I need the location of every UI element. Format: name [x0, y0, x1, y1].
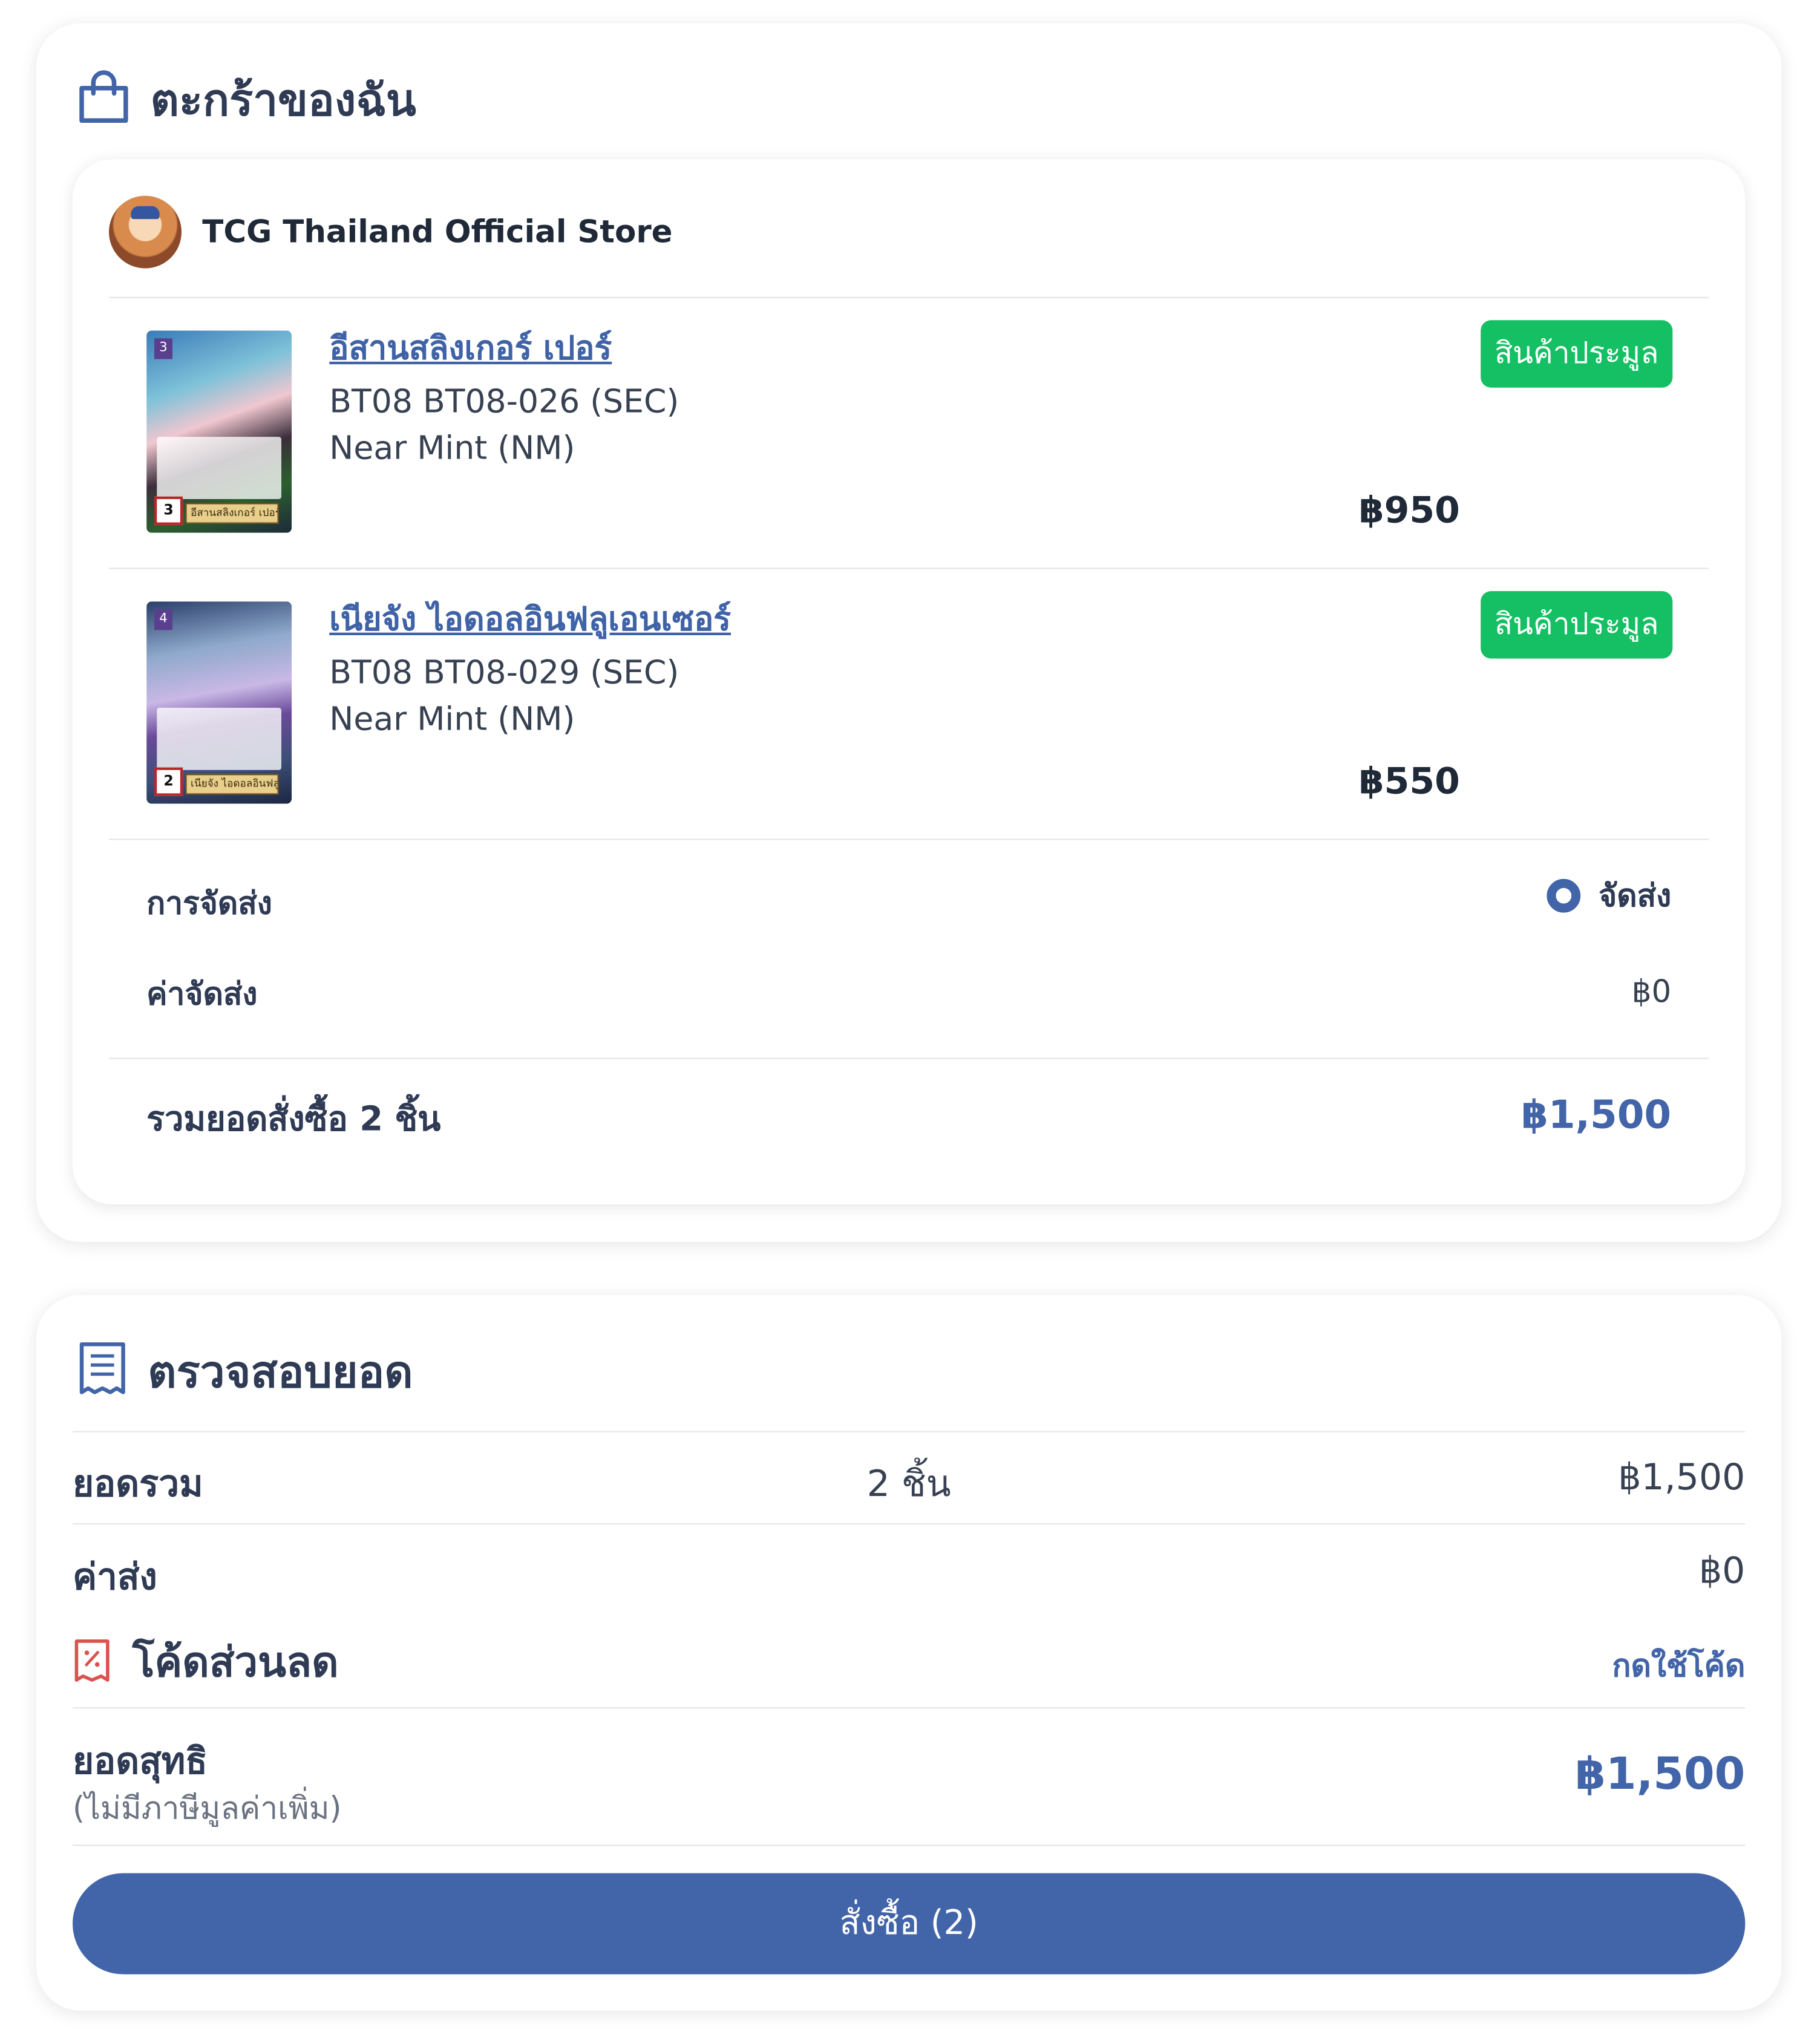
place-order-button[interactable]: สั่งซื้อ (2) — [73, 1873, 1746, 1975]
item-name-link[interactable]: เนียจัง ไอดอลอินฟลูเอนเซอร์ — [329, 593, 731, 645]
divider — [73, 1707, 1746, 1709]
divider — [109, 838, 1709, 840]
cart-header: ตะกร้าของฉัน — [78, 65, 416, 135]
cart-title: ตะกร้าของฉัน — [150, 75, 416, 128]
cart-item: 4 2 เนียจัง ไอดอลอินฟลูเอนเซอร์ เนียจัง … — [73, 568, 1745, 838]
item-price: ฿950 — [1358, 488, 1460, 532]
order-total-label: รวมยอดสั่งซื้อ 2 ชิ้น — [146, 1100, 441, 1140]
subtotal-value: ฿1,500 — [1618, 1455, 1746, 1499]
radio-selected-icon[interactable] — [1547, 878, 1581, 912]
shipping-value: ฿0 — [1698, 1549, 1746, 1592]
item-code: BT08 BT08-026 (SEC) — [329, 382, 679, 420]
net-total-label: ยอดสุทธิ — [73, 1739, 208, 1783]
card-power: 3 — [154, 496, 183, 525]
card-cost: 3 — [154, 338, 173, 359]
cart-item: 3 3 อีสานสลิงเกอร์ เปอร์ อีสานสลิงเกอร์ … — [73, 297, 1745, 567]
divider — [109, 1057, 1709, 1059]
item-price: ฿550 — [1358, 759, 1460, 803]
order-total-value: ฿1,500 — [1521, 1093, 1672, 1138]
shipping-fee-value: ฿0 — [1631, 973, 1672, 1010]
divider — [73, 1523, 1746, 1525]
card-text-box — [157, 437, 282, 500]
store-avatar — [109, 195, 182, 269]
summary-header: ตรวจสอบยอด — [78, 1336, 413, 1406]
shipping-method-label: การจัดส่ง — [146, 885, 272, 922]
card-name-bar: เนียจัง ไอดอลอินฟลูเอนเซอร์ — [185, 774, 279, 795]
net-total-value: ฿1,500 — [1575, 1748, 1746, 1801]
shipping-label: ค่าส่ง — [73, 1555, 157, 1599]
discount-coupon-icon — [73, 1636, 111, 1688]
store-name[interactable]: TCG Thailand Official Store — [202, 214, 672, 250]
shipping-fee-label: ค่าจัดส่ง — [146, 976, 258, 1013]
card-thumbnail[interactable]: 3 3 อีสานสลิงเกอร์ เปอร์ — [146, 330, 292, 533]
coupon-row: โค้ดส่วนลด — [73, 1630, 339, 1696]
apply-coupon-link[interactable]: กดใช้โค้ด — [1612, 1640, 1745, 1691]
divider — [73, 1431, 1746, 1432]
subtotal-qty: 2 ชิ้น — [866, 1462, 951, 1505]
divider — [73, 1844, 1746, 1846]
summary-title: ตรวจสอบยอด — [148, 1347, 413, 1399]
store-card: TCG Thailand Official Store 3 3 อีสานสลิ… — [73, 159, 1746, 1204]
auction-badge: สินค้าประมูล — [1481, 591, 1673, 659]
card-name-bar: อีสานสลิงเกอร์ เปอร์ — [185, 503, 279, 524]
coupon-label: โค้ดส่วนลด — [132, 1637, 339, 1687]
item-code: BT08 BT08-029 (SEC) — [329, 653, 679, 691]
card-power: 2 — [154, 767, 183, 796]
shipping-option[interactable]: จัดส่ง — [1547, 870, 1671, 921]
store-header[interactable]: TCG Thailand Official Store — [109, 195, 673, 269]
summary-panel: ตรวจสอบยอด ยอดรวม 2 ชิ้น ฿1,500 ค่าส่ง ฿… — [36, 1295, 1782, 2011]
card-cost: 4 — [154, 609, 173, 630]
receipt-icon — [78, 1341, 127, 1403]
card-text-box — [157, 708, 282, 770]
shopping-bag-icon — [78, 70, 130, 130]
item-name-link[interactable]: อีสานสลิงเกอร์ เปอร์ — [329, 323, 612, 375]
item-condition: Near Mint (NM) — [329, 429, 575, 467]
card-thumbnail[interactable]: 4 2 เนียจัง ไอดอลอินฟลูเอนเซอร์ — [146, 601, 292, 804]
shipping-option-label: จัดส่ง — [1599, 877, 1672, 914]
cart-panel: ตะกร้าของฉัน TCG Thailand Official Store… — [36, 23, 1782, 1242]
net-total-note: (ไม่มีภาษีมูลค่าเพิ่ม) — [73, 1790, 342, 1827]
item-condition: Near Mint (NM) — [329, 700, 575, 738]
auction-badge: สินค้าประมูล — [1481, 320, 1673, 388]
